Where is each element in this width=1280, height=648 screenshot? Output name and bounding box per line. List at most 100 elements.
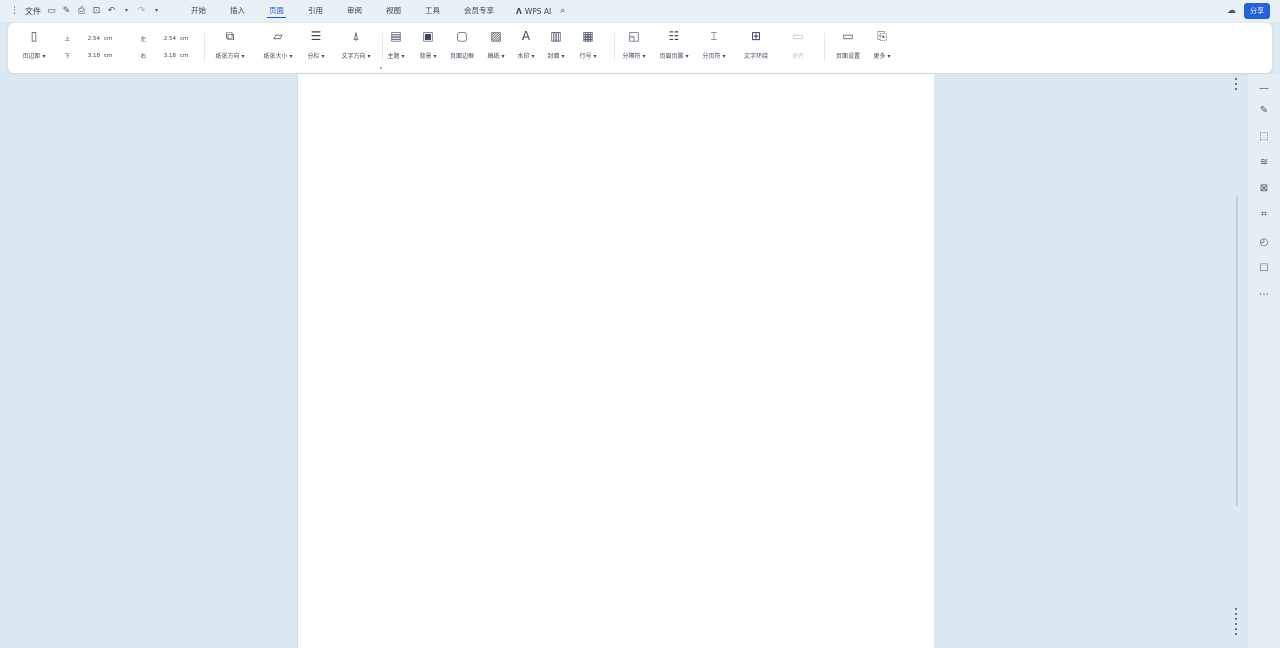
text-direction-button[interactable]: ⍋ 文字方向 ▾ [336, 29, 376, 60]
search-icon[interactable]: ⌕ [560, 6, 565, 16]
margin-right-input[interactable]: 3.18 [150, 53, 176, 59]
menu-icon[interactable]: ⋮ [10, 6, 19, 16]
margins-button[interactable]: ▯ 页边距 ▾ [14, 29, 54, 60]
tab-member[interactable]: 会员专享 [452, 0, 506, 22]
wps-ai-label: WPS AI [524, 6, 552, 16]
watermark-label: 水印 ▾ [517, 53, 535, 60]
separator-label: 分隔符 ▾ [622, 53, 646, 60]
more-label: 更多 ▾ [873, 53, 891, 60]
align-label: 对齐 [791, 53, 804, 60]
collapse-icon[interactable]: — [1257, 82, 1271, 96]
save-icon[interactable]: ▭ [47, 6, 56, 16]
ribbon-divider [824, 33, 825, 61]
margin-top-unit: cm [104, 35, 113, 42]
chevron-down-icon[interactable]: ▾ [122, 7, 131, 16]
tab-view[interactable]: 视图 [374, 0, 413, 22]
menu-bar: ⋮ 文件 ▭ ✎ ⎙ ⊡ ↶ ▾ ↷ ▾ 开始 插入 页面 引用 审阅 视图 工… [0, 0, 1280, 22]
more-icon: ⎘ [877, 29, 887, 43]
columns-button[interactable]: ☰ 分栏 ▾ [296, 29, 336, 60]
margins-icon: ▯ [30, 29, 38, 43]
crop-icon[interactable]: ⌗ [1257, 208, 1271, 222]
manuscript-label: 稿纸 ▾ [487, 53, 505, 60]
chevron-down-icon[interactable]: ▾ [152, 7, 161, 16]
wps-ai-button[interactable]: Λ WPS AI ⌕ [516, 6, 565, 16]
orientation-icon: ⧉ [225, 29, 235, 43]
columns-label: 分栏 ▾ [307, 53, 325, 60]
page-setup-label: 页面设置 [835, 53, 860, 60]
header-footer-icon: ☷ [668, 29, 680, 43]
margin-right-unit: cm [180, 52, 189, 59]
cover-label: 封面 ▾ [547, 53, 565, 60]
ribbon-more-dot[interactable] [380, 67, 382, 69]
tab-review[interactable]: 审阅 [335, 0, 374, 22]
margin-left-input[interactable]: 2.54 [150, 36, 176, 42]
cover-icon: ▥ [550, 29, 562, 43]
page-setup-icon: ▭ [842, 29, 854, 43]
ribbon-tabs: 开始 插入 页面 引用 审阅 视图 工具 会员专享 [179, 0, 506, 22]
text-wrap-button[interactable]: ⊞ 文字环绕 [736, 29, 776, 60]
margin-right-label: 右 [140, 53, 146, 60]
comment-icon[interactable]: ☐ [1257, 262, 1271, 276]
undo-icon[interactable]: ↶ [107, 6, 116, 16]
tab-insert[interactable]: 插入 [218, 0, 257, 22]
right-sidebar: — ✎ ⬚ ≋ ⊠ ⌗ ◴ ☐ ⋯ [1248, 74, 1280, 648]
margin-top-input[interactable]: 2.54 [74, 36, 100, 42]
margin-left-unit: cm [180, 35, 189, 42]
tab-page[interactable]: 页面 [257, 0, 296, 22]
margin-bottom-input[interactable]: 3.18 [74, 53, 100, 59]
workspace-left [0, 74, 298, 648]
watermark-icon: Α [521, 29, 531, 43]
document-page[interactable] [298, 74, 934, 648]
separator-icon: ◱ [628, 29, 640, 43]
page-break-button[interactable]: ⌶ 分页符 ▾ [694, 29, 734, 60]
print-preview-icon[interactable]: ⊡ [92, 6, 101, 16]
style-icon[interactable]: ≋ [1257, 156, 1271, 170]
line-number-button[interactable]: ▦ 行号 ▾ [568, 29, 608, 60]
ribbon-divider [204, 33, 205, 61]
page-border-icon: ▢ [456, 29, 468, 43]
separator-button[interactable]: ◱ 分隔符 ▾ [614, 29, 654, 60]
theme-icon: ▤ [390, 29, 402, 43]
text-wrap-icon: ⊞ [750, 29, 762, 43]
print-icon[interactable]: ⎙ [77, 6, 86, 16]
orientation-button[interactable]: ⧉ 纸张方向 ▾ [210, 29, 250, 60]
margin-left-label: 左 [140, 36, 146, 43]
file-menu[interactable]: 文件 [25, 6, 41, 17]
drag-handle-top[interactable] [1235, 78, 1237, 90]
format-icon[interactable]: ⊠ [1257, 182, 1271, 196]
tab-start[interactable]: 开始 [179, 0, 218, 22]
select-icon[interactable]: ⬚ [1257, 130, 1271, 144]
paper-size-button[interactable]: ▱ 纸张大小 ▾ [258, 29, 298, 60]
margin-top-label: 上 [64, 36, 70, 43]
page-break-icon: ⌶ [710, 29, 718, 43]
pen-icon[interactable]: ✎ [62, 6, 71, 16]
align-button[interactable]: ▭ 对齐 [778, 29, 818, 60]
redo-icon[interactable]: ↷ [137, 6, 146, 16]
text-direction-icon: ⍋ [352, 29, 360, 43]
page-break-label: 分页符 ▾ [702, 53, 726, 60]
ai-logo-icon: Λ [516, 6, 522, 16]
time-icon[interactable]: ◴ [1257, 236, 1271, 250]
background-icon: ▣ [422, 29, 434, 43]
theme-label: 主题 ▾ [387, 53, 405, 60]
share-button[interactable]: 分享 [1244, 3, 1270, 19]
orientation-label: 纸张方向 ▾ [215, 53, 245, 60]
more-button[interactable]: ⎘ 更多 ▾ [862, 29, 902, 60]
drag-handle-bottom[interactable] [1235, 608, 1237, 635]
workspace-right [934, 74, 1234, 648]
ribbon-toolbar: ▯ 页边距 ▾ 上 2.54 cm 左 2.54 cm 下 3.18 cm 右 … [8, 23, 1272, 73]
margin-bottom-unit: cm [104, 52, 113, 59]
paper-size-icon: ▱ [273, 29, 283, 43]
columns-icon: ☰ [310, 29, 322, 43]
vertical-scrollbar[interactable] [1236, 196, 1238, 506]
header-footer-button[interactable]: ☷ 页眉页脚 ▾ [654, 29, 694, 60]
line-number-icon: ▦ [582, 29, 594, 43]
tab-reference[interactable]: 引用 [296, 0, 335, 22]
edit-icon[interactable]: ✎ [1257, 104, 1271, 118]
page-border-label: 页面边框 [449, 53, 474, 60]
tab-tools[interactable]: 工具 [413, 0, 452, 22]
cloud-icon[interactable]: ☁ [1227, 6, 1236, 16]
text-direction-label: 文字方向 ▾ [341, 53, 371, 60]
margin-bottom-label: 下 [64, 53, 70, 60]
more-icon[interactable]: ⋯ [1257, 288, 1271, 302]
